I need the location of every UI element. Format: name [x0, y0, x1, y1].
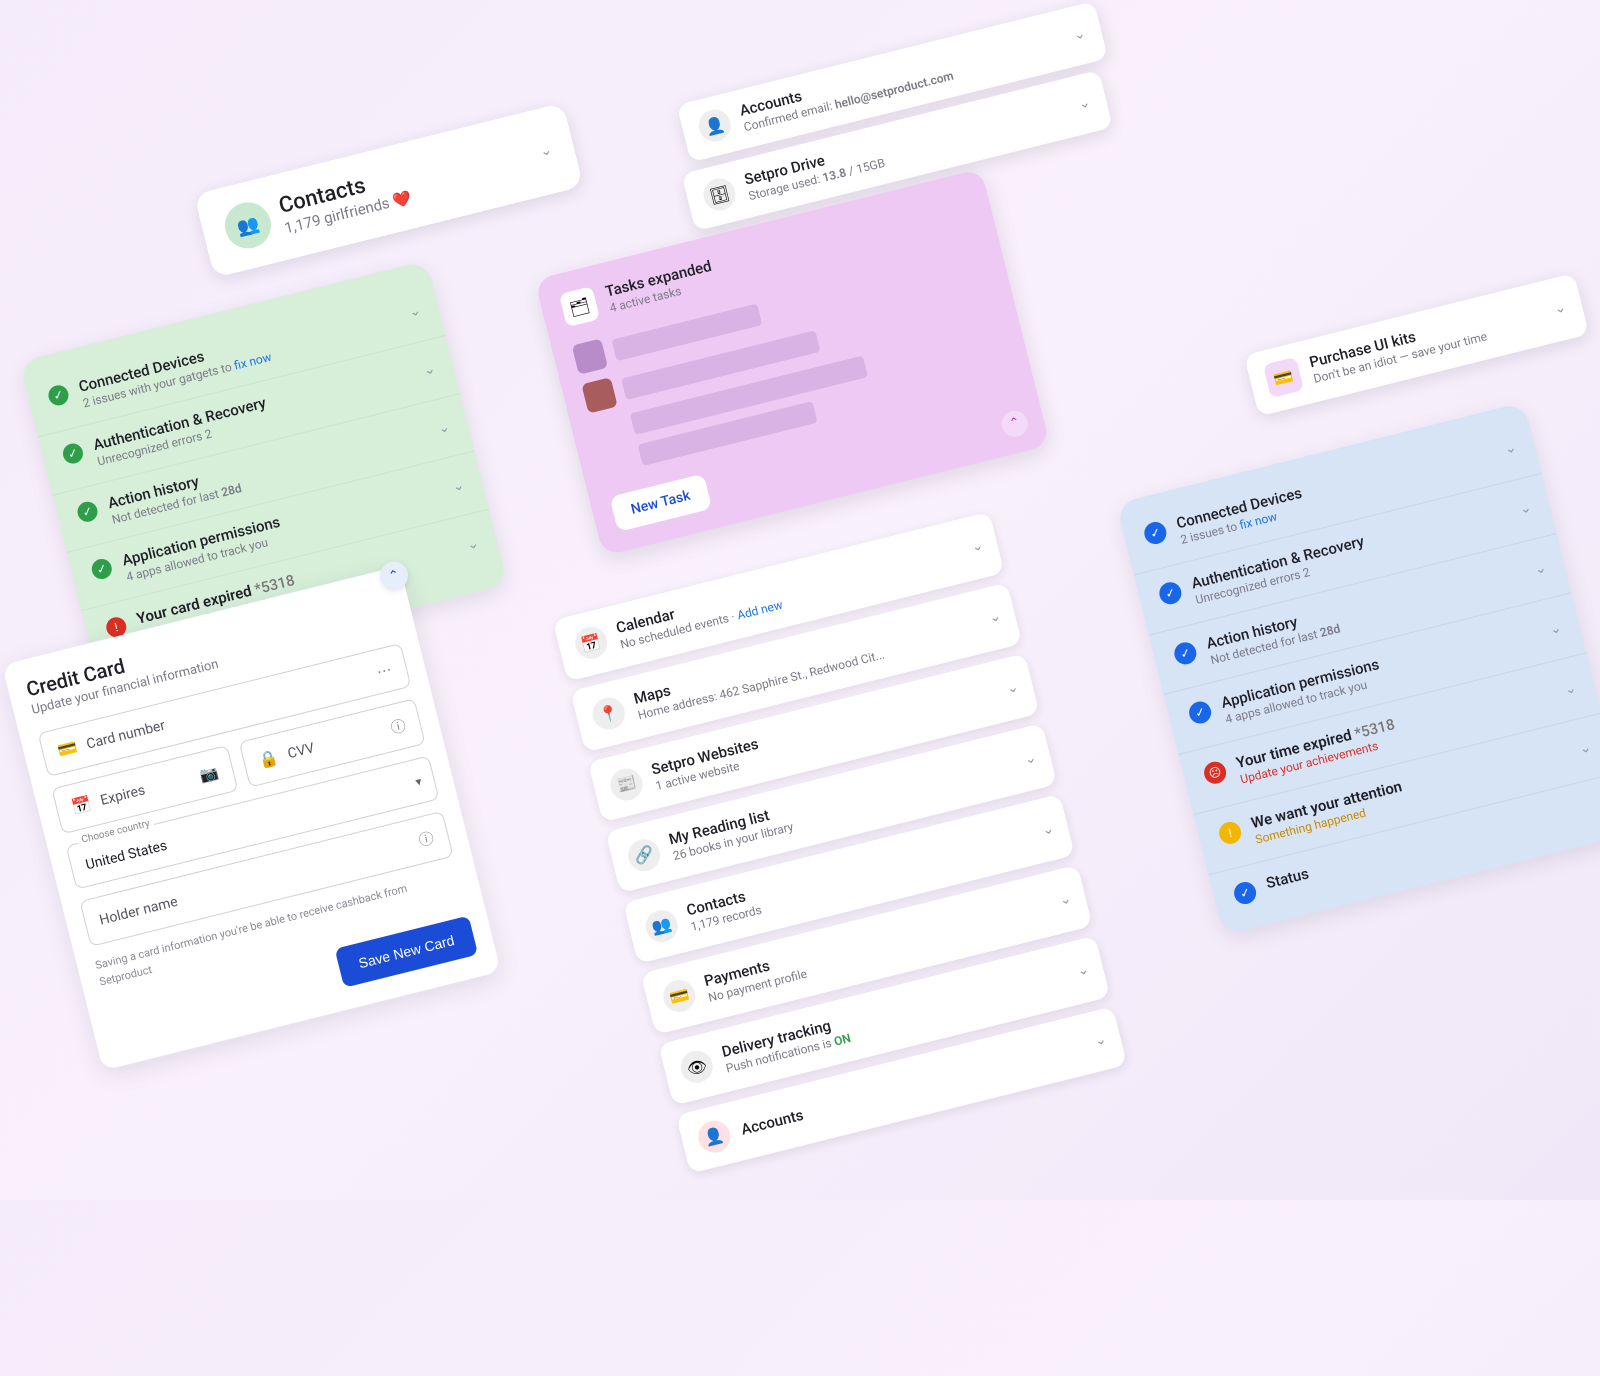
error-icon: ☹	[1202, 760, 1229, 787]
check-icon: ✓	[61, 441, 85, 465]
check-icon: ✓	[1142, 520, 1169, 547]
chevron-down-icon[interactable]: ⌄	[1503, 440, 1518, 458]
new-task-button[interactable]: New Task	[609, 473, 711, 531]
drive-icon: 🗄	[700, 175, 739, 214]
chevron-down-icon[interactable]: ⌄	[1563, 680, 1578, 698]
status-panel: ✓ Connected Devices 2 issues to fix now …	[1116, 402, 1600, 935]
card-icon: 💳	[55, 738, 79, 761]
chevron-down-icon[interactable]: ⌄	[1072, 26, 1087, 44]
check-icon: ✓	[75, 499, 99, 523]
news-icon: 📰	[607, 765, 646, 804]
contacts-icon: 👥	[220, 198, 276, 254]
chevron-down-icon[interactable]: ⌄	[1553, 300, 1568, 318]
check-icon: ✓	[1232, 879, 1259, 906]
account-icon: 👤	[695, 107, 734, 146]
eye-icon: 👁	[678, 1048, 717, 1087]
tasks-icon: 🗂	[559, 286, 600, 327]
purchase-row[interactable]: 💳 Purchase UI kits Don't be an idiot — s…	[1244, 273, 1589, 416]
chevron-down-icon[interactable]: ⌄	[538, 142, 553, 160]
chevron-down-icon[interactable]: ⌄	[988, 608, 1003, 626]
chevron-down-icon[interactable]: ⌄	[1093, 1031, 1108, 1049]
avatar	[572, 338, 608, 374]
check-icon: ✓	[1172, 640, 1199, 667]
chevron-down-icon[interactable]: ⌄	[1578, 740, 1593, 758]
more-icon[interactable]: ⋯	[375, 660, 394, 681]
chevron-down-icon[interactable]: ⌄	[436, 419, 451, 437]
calendar-icon: 📅	[69, 794, 93, 817]
card-icon: 💳	[1263, 357, 1304, 398]
check-icon: ✓	[1157, 580, 1184, 607]
avatar	[581, 377, 617, 413]
chevron-down-icon[interactable]: ⌄	[451, 477, 466, 495]
tasks-panel: 🗂 Tasks expanded 4 active tasks New Task…	[535, 168, 1050, 556]
chevron-down-icon[interactable]: ⌄	[1040, 820, 1055, 838]
check-icon: ✓	[46, 383, 70, 407]
chevron-down-icon[interactable]: ⌄	[1005, 679, 1020, 697]
credit-card-form: ⌃ Credit Card Update your financial info…	[2, 566, 501, 1071]
apps-list: 📅 Calendar No scheduled events · Add new…	[553, 512, 1130, 1183]
calendar-icon: 📅	[572, 624, 611, 663]
chevron-down-icon[interactable]: ⌄	[1548, 620, 1563, 638]
account-icon: 👤	[695, 1117, 734, 1156]
contacts-icon: 👥	[642, 906, 681, 945]
dropdown-icon: ▾	[414, 774, 423, 789]
chevron-down-icon[interactable]: ⌄	[422, 361, 437, 379]
chevron-down-icon[interactable]: ⌄	[1518, 500, 1533, 518]
link-icon: 🔗	[625, 836, 664, 875]
chevron-down-icon[interactable]: ⌄	[970, 538, 985, 556]
chevron-down-icon[interactable]: ⌄	[1533, 560, 1548, 578]
info-icon[interactable]: ⓘ	[388, 714, 408, 738]
contacts-card[interactable]: 👥 Contacts 1,179 girlfriends ❤️ ⌄	[194, 103, 584, 278]
warning-icon: !	[1217, 820, 1244, 847]
pin-icon: 📍	[589, 694, 628, 733]
chevron-down-icon[interactable]: ⌄	[1077, 95, 1092, 113]
chevron-down-icon[interactable]: ⌄	[407, 303, 422, 321]
info-icon[interactable]: ⓘ	[416, 827, 436, 851]
lock-icon: 🔒	[257, 747, 281, 770]
camera-icon[interactable]: 📷	[198, 763, 220, 785]
chevron-down-icon[interactable]: ⌄	[1023, 750, 1038, 768]
chevron-down-icon[interactable]: ⌄	[465, 535, 480, 553]
card-icon: 💳	[660, 977, 699, 1016]
chevron-down-icon[interactable]: ⌄	[1058, 891, 1073, 909]
chevron-down-icon[interactable]: ⌄	[1076, 961, 1091, 979]
check-icon: ✓	[90, 557, 114, 581]
check-icon: ✓	[1187, 700, 1214, 727]
collapse-button[interactable]: ⌃	[999, 408, 1031, 440]
